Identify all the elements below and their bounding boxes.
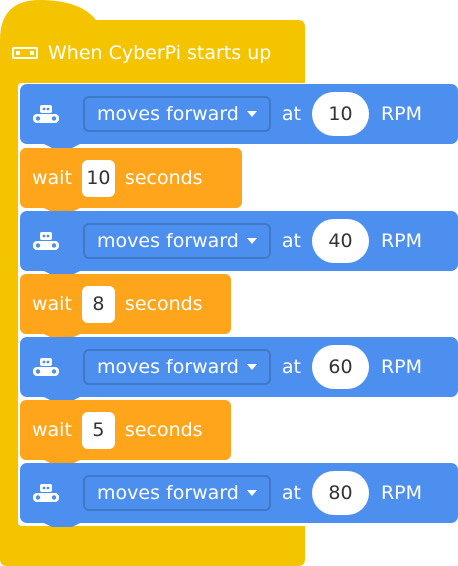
motion-block-3[interactable]: moves forward at 60 RPM xyxy=(20,337,458,397)
robot-icon xyxy=(33,484,59,502)
wait-block-1[interactable]: wait 10 seconds xyxy=(20,148,203,208)
motion-block-4[interactable]: moves forward at 80 RPM xyxy=(20,463,458,523)
rpm-label: RPM xyxy=(380,230,423,252)
robot-icon xyxy=(33,105,59,123)
rpm-label: RPM xyxy=(380,356,423,378)
rpm-value-input[interactable]: 40 xyxy=(311,219,369,263)
at-label: at xyxy=(281,482,301,504)
chevron-down-icon xyxy=(246,364,257,370)
dropdown-value: moves forward xyxy=(97,103,239,125)
chevron-down-icon xyxy=(246,490,257,496)
cyberpi-icon xyxy=(12,47,38,59)
robot-icon xyxy=(33,232,59,250)
rpm-value-input[interactable]: 60 xyxy=(311,345,369,389)
motion-direction-dropdown[interactable]: moves forward xyxy=(83,475,271,511)
block-canvas: When CyberPi starts up moves forward at … xyxy=(0,0,458,566)
hat-label: When CyberPi starts up xyxy=(48,42,272,64)
dropdown-value: moves forward xyxy=(97,482,239,504)
chevron-down-icon xyxy=(246,111,257,117)
wait-label: wait xyxy=(32,293,72,315)
seconds-label: seconds xyxy=(124,167,203,189)
wait-label: wait xyxy=(32,419,72,441)
chevron-down-icon xyxy=(246,238,257,244)
motion-block-2[interactable]: moves forward at 40 RPM xyxy=(20,211,458,271)
rpm-label: RPM xyxy=(380,103,423,125)
rpm-value-input[interactable]: 10 xyxy=(311,92,369,136)
at-label: at xyxy=(281,103,301,125)
rpm-label: RPM xyxy=(380,482,423,504)
motion-direction-dropdown[interactable]: moves forward xyxy=(83,223,271,259)
motion-direction-dropdown[interactable]: moves forward xyxy=(83,349,271,385)
dropdown-value: moves forward xyxy=(97,230,239,252)
seconds-label: seconds xyxy=(124,419,203,441)
wait-seconds-input[interactable]: 10 xyxy=(81,159,115,197)
wait-seconds-input[interactable]: 5 xyxy=(81,411,115,449)
motion-direction-dropdown[interactable]: moves forward xyxy=(83,96,271,132)
at-label: at xyxy=(281,356,301,378)
rpm-value-input[interactable]: 80 xyxy=(311,471,369,515)
wait-block-3[interactable]: wait 5 seconds xyxy=(20,400,203,460)
wait-label: wait xyxy=(32,167,72,189)
at-label: at xyxy=(281,230,301,252)
seconds-label: seconds xyxy=(124,293,203,315)
robot-icon xyxy=(33,358,59,376)
wait-block-2[interactable]: wait 8 seconds xyxy=(20,274,203,334)
motion-block-1[interactable]: moves forward at 10 RPM xyxy=(20,84,458,144)
hat-block-header: When CyberPi starts up xyxy=(12,38,271,68)
dropdown-value: moves forward xyxy=(97,356,239,378)
wait-seconds-input[interactable]: 8 xyxy=(81,285,115,323)
